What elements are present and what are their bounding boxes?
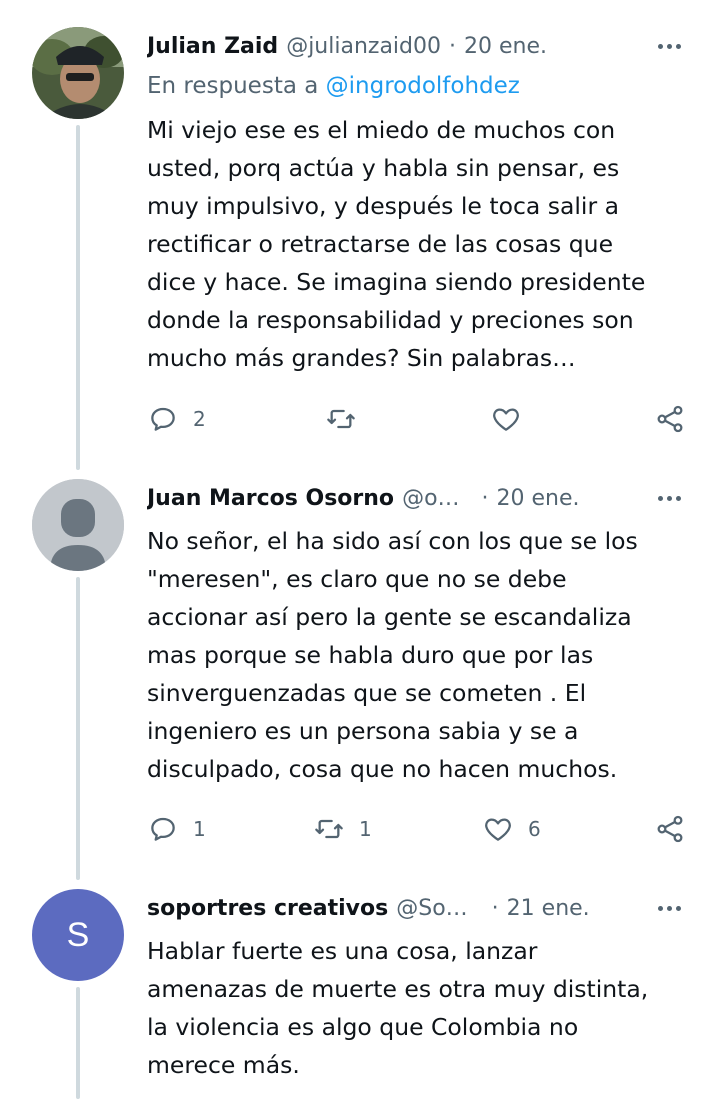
author-name[interactable]: Juan Marcos Osorno bbox=[147, 486, 394, 511]
avatar-letter: S bbox=[66, 915, 90, 954]
avatar[interactable] bbox=[32, 479, 124, 571]
retweet-icon bbox=[315, 819, 343, 839]
author-handle[interactable]: @o… bbox=[402, 486, 459, 511]
reply-count: 2 bbox=[193, 407, 206, 431]
tweet-actions: 2 bbox=[147, 402, 687, 436]
retweet-icon bbox=[327, 409, 355, 429]
tweet-text: No señor, el ha sido así con los que se … bbox=[147, 527, 638, 783]
separator-dot: · bbox=[481, 485, 489, 511]
reply-button[interactable]: 1 bbox=[147, 812, 206, 846]
author-handle[interactable]: @julianzaid00 bbox=[286, 34, 441, 59]
tweet[interactable]: S soportres creativos @So… · 21 ene. Hab… bbox=[0, 880, 720, 1099]
separator-dot: · bbox=[449, 33, 456, 59]
heart-icon bbox=[493, 408, 519, 431]
share-button[interactable] bbox=[654, 812, 686, 846]
author-handle[interactable]: @So… bbox=[396, 896, 467, 921]
reply-context: En respuesta a @ingrodolfohdez bbox=[147, 73, 520, 99]
reply-thread: Julian Zaid @julianzaid00 · 20 ene. En r… bbox=[0, 0, 720, 1099]
share-icon bbox=[657, 815, 683, 843]
like-button[interactable] bbox=[490, 402, 536, 436]
thread-line bbox=[76, 125, 80, 470]
more-options-icon[interactable] bbox=[654, 483, 684, 513]
tweet-date[interactable]: 20 ene. bbox=[464, 34, 547, 59]
like-button[interactable]: 6 bbox=[482, 812, 541, 846]
tweet-text: Mi viejo ese es el miedo de muchos con u… bbox=[147, 116, 646, 372]
separator-dot: · bbox=[491, 895, 499, 921]
retweet-count: 1 bbox=[359, 817, 372, 841]
tweet[interactable]: Juan Marcos Osorno @o… · 20 ene. No seño… bbox=[0, 470, 720, 880]
author-name[interactable]: Julian Zaid bbox=[147, 34, 278, 59]
reply-button[interactable]: 2 bbox=[147, 402, 206, 436]
heart-icon bbox=[485, 818, 511, 841]
tweet-header: soportres creativos @So… · 21 ene. bbox=[147, 892, 688, 924]
retweet-button[interactable] bbox=[325, 402, 371, 436]
like-count: 6 bbox=[528, 817, 541, 841]
avatar[interactable] bbox=[32, 27, 124, 119]
reply-icon bbox=[151, 407, 175, 431]
reply-mention-link[interactable]: @ingrodolfohdez bbox=[326, 73, 520, 99]
author-name[interactable]: soportres creativos bbox=[147, 896, 388, 921]
avatar[interactable]: S bbox=[32, 889, 124, 981]
tweet-header: Julian Zaid @julianzaid00 · 20 ene. bbox=[147, 30, 688, 62]
tweet[interactable]: Julian Zaid @julianzaid00 · 20 ene. En r… bbox=[0, 0, 720, 470]
thread-line bbox=[76, 577, 80, 880]
reply-prefix: En respuesta a bbox=[147, 73, 326, 99]
thread-line bbox=[76, 987, 80, 1099]
share-icon bbox=[657, 405, 683, 433]
tweet-actions: 1 1 6 bbox=[147, 812, 687, 846]
more-options-icon[interactable] bbox=[654, 893, 684, 923]
tweet-date[interactable]: 21 ene. bbox=[507, 896, 590, 921]
tweet-date[interactable]: 20 ene. bbox=[497, 486, 580, 511]
more-options-icon[interactable] bbox=[654, 31, 684, 61]
reply-count: 1 bbox=[193, 817, 206, 841]
tweet-header: Juan Marcos Osorno @o… · 20 ene. bbox=[147, 482, 688, 514]
reply-icon bbox=[151, 817, 175, 841]
share-button[interactable] bbox=[654, 402, 686, 436]
tweet-text: Hablar fuerte es una cosa, lanzar amenaz… bbox=[147, 937, 649, 1079]
retweet-button[interactable]: 1 bbox=[313, 812, 372, 846]
